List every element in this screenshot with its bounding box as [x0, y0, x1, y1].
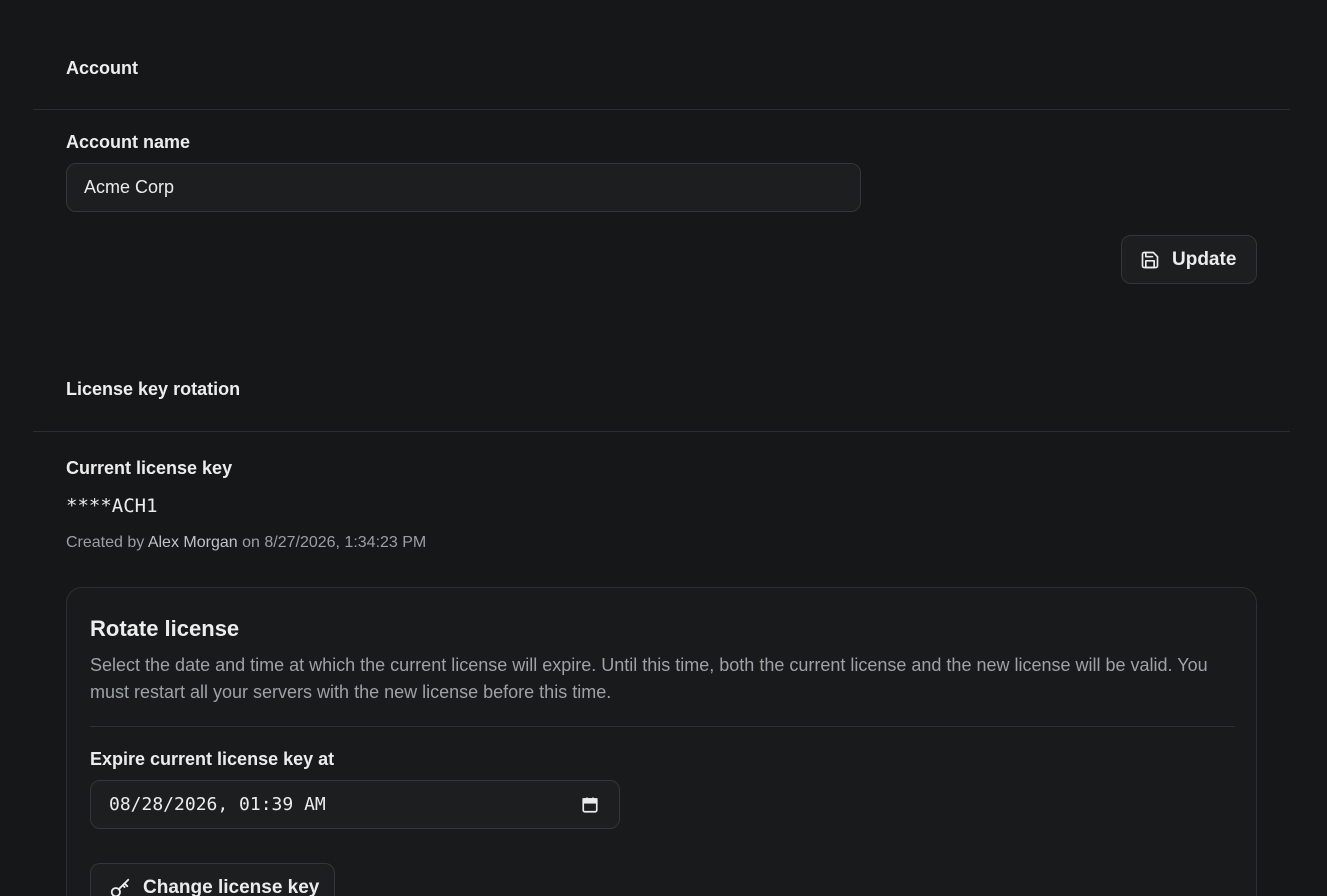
rotate-license-card: Rotate license Select the date and time … [66, 587, 1257, 896]
license-section-title: License key rotation [66, 379, 241, 399]
created-prefix: Created by [66, 534, 145, 551]
account-section-header: Account [33, 0, 1290, 110]
current-license-key: ****ACH1 [66, 495, 158, 517]
update-button-label: Update [1172, 248, 1237, 270]
account-name-label: Account name [66, 132, 191, 152]
settings-page: Account Account name Acme Corp Update Li… [0, 0, 1327, 896]
created-at: 8/27/2026, 1:34:23 PM [264, 534, 427, 551]
current-license-label: Current license key [66, 458, 233, 478]
key-icon [110, 878, 130, 896]
account-name-value: Acme Corp [84, 177, 175, 197]
account-name-input[interactable]: Acme Corp [66, 163, 861, 212]
change-license-key-label: Change license key [143, 876, 320, 896]
calendar-icon[interactable] [581, 796, 599, 814]
expire-datetime-value: 08/28/2026, 01:39 AM [109, 794, 326, 815]
expire-label: Expire current license key at [90, 749, 335, 769]
change-license-key-button[interactable]: Change license key [90, 863, 335, 896]
license-created-info: Created by Alex Morgan on 8/27/2026, 1:3… [66, 534, 426, 552]
card-divider [90, 726, 1235, 727]
update-button[interactable]: Update [1121, 235, 1257, 284]
created-by-name: Alex Morgan [147, 534, 238, 551]
license-section-header: License key rotation [33, 330, 1290, 432]
created-on-word: on [242, 534, 260, 551]
rotate-license-title: Rotate license [90, 616, 240, 641]
save-icon [1141, 251, 1159, 268]
account-section-title: Account [66, 58, 138, 78]
expire-datetime-input[interactable]: 08/28/2026, 01:39 AM [90, 780, 620, 829]
rotate-license-description: Select the date and time at which the cu… [90, 655, 1208, 702]
